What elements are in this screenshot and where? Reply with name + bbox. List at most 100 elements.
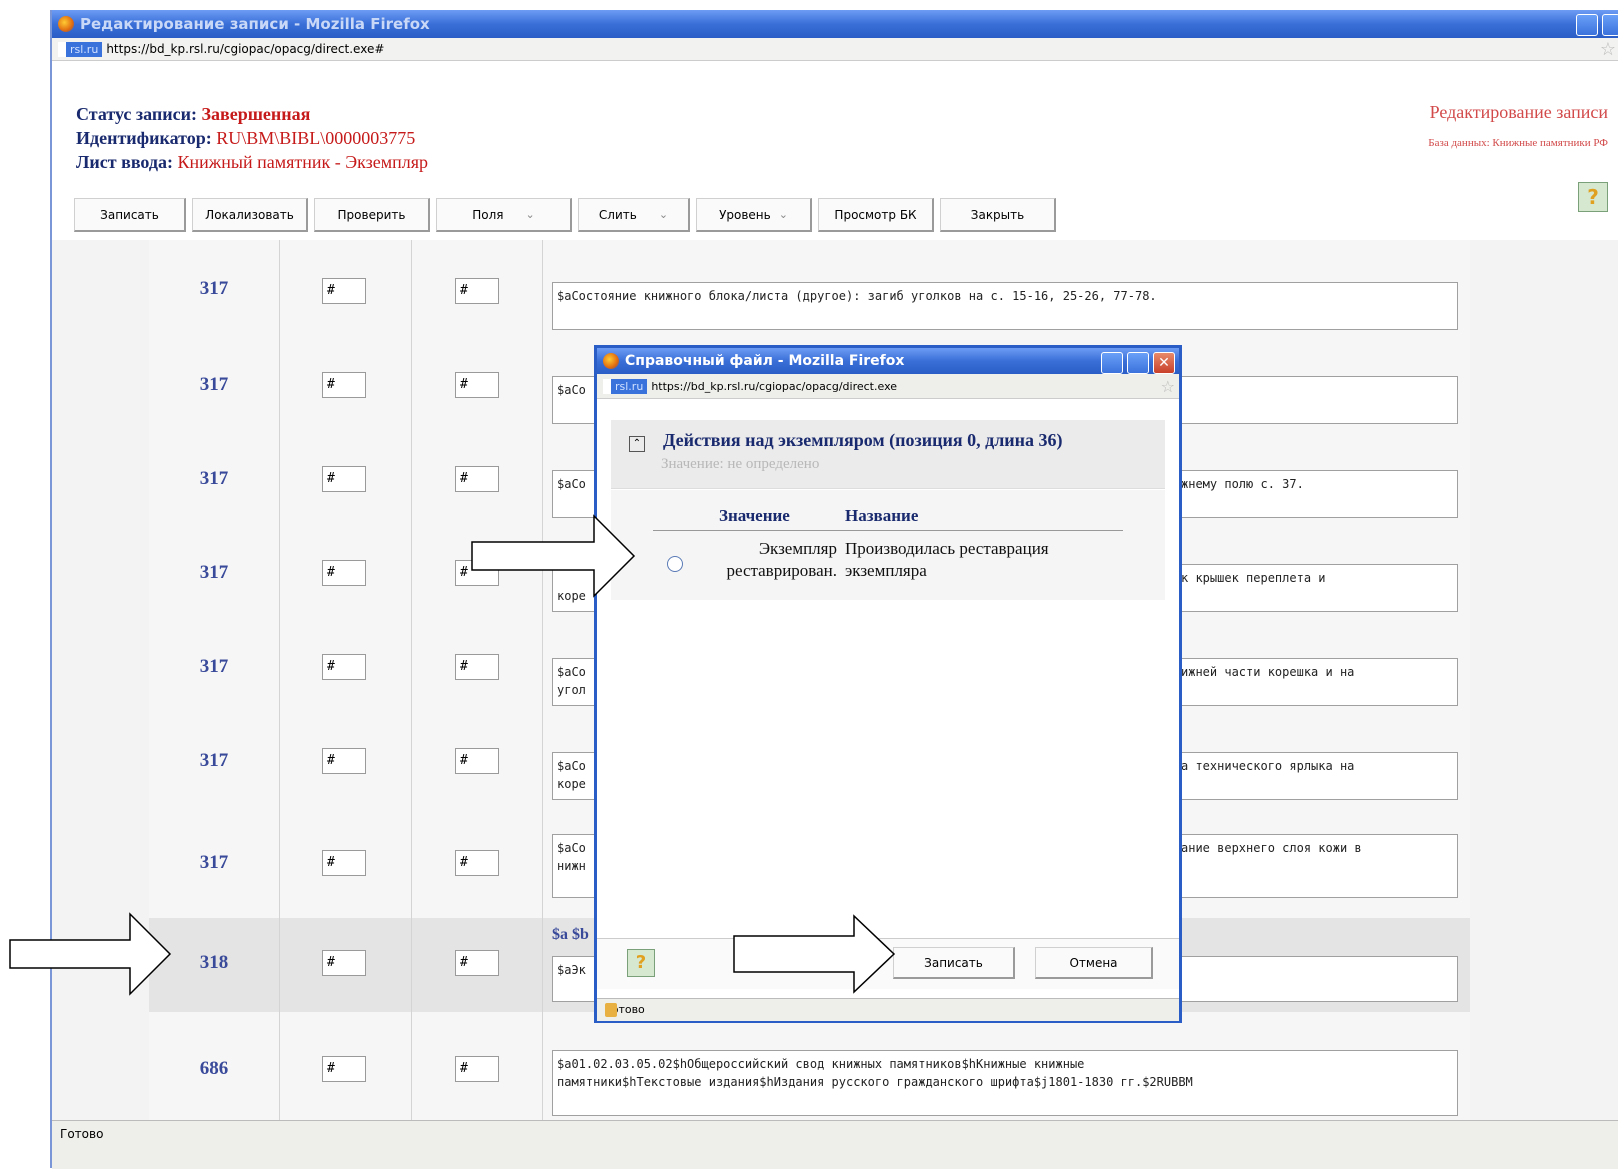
indicator-1-input[interactable]: # xyxy=(322,654,366,680)
column-header-name: Название xyxy=(845,506,919,525)
popup-save-button[interactable]: Записать xyxy=(893,947,1015,979)
indicator-2-input[interactable]: # xyxy=(455,748,499,774)
column-divider xyxy=(411,240,412,338)
main-titlebar: Редактирование записи - Mozilla Firefox xyxy=(52,10,1618,38)
popup-address-bar[interactable]: rsl.ru https://bd_kp.rsl.ru/cgiopac/opac… xyxy=(597,374,1179,399)
option-radio[interactable] xyxy=(667,556,683,572)
fields-dropdown[interactable]: Поля ⌄ xyxy=(436,198,572,232)
id-value: RU\BM\BIBL\0000003775 xyxy=(216,128,416,148)
record-info: Статус записи: Завершенная Идентификатор… xyxy=(76,102,428,174)
column-divider xyxy=(542,338,543,432)
lock-icon xyxy=(605,1003,617,1017)
sheet-value: Книжный памятник - Экземпляр xyxy=(177,152,429,172)
field-tag[interactable]: 317 xyxy=(149,374,279,396)
indicator-1-input[interactable]: # xyxy=(322,278,366,304)
popup-url[interactable]: https://bd_kp.rsl.ru/cgiopac/opacg/direc… xyxy=(651,380,897,393)
indicator-1-input[interactable]: # xyxy=(322,372,366,398)
bookmark-star-icon[interactable]: ☆ xyxy=(1161,377,1175,396)
popup-heading-block: ⌃ Действия над экземпляром (позиция 0, д… xyxy=(611,420,1165,489)
field-text-visible-end: к крышек переплета и xyxy=(1181,571,1326,585)
indicator-2-input[interactable]: # xyxy=(455,850,499,876)
values-table: Значение Название Экземпляр реставрирова… xyxy=(611,490,1165,600)
main-url[interactable]: https://bd_kp.rsl.ru/cgiopac/opacg/direc… xyxy=(106,42,384,56)
bookmark-star-icon[interactable]: ☆ xyxy=(1600,39,1616,60)
header-divider xyxy=(653,530,1123,531)
indicator-1-input[interactable]: # xyxy=(322,748,366,774)
indicator-2-input[interactable]: # xyxy=(455,278,499,304)
minimize-icon[interactable] xyxy=(1101,352,1123,374)
level-dropdown[interactable]: Уровень ⌄ xyxy=(696,198,812,232)
table-row: 686 # # $a01.02.03.05.02$hОбщероссийский… xyxy=(149,1012,1470,1120)
field-tag[interactable]: 686 xyxy=(149,1058,279,1080)
id-label: Идентификатор: xyxy=(76,128,212,148)
field-text-input[interactable]: $aСостояние книжного блока/листа (другое… xyxy=(552,282,1458,330)
save-button[interactable]: Записать xyxy=(74,198,186,232)
maximize-icon[interactable] xyxy=(1602,14,1618,36)
field-text-visible-end: жнему полю с. 37. xyxy=(1181,477,1304,491)
column-divider xyxy=(411,808,412,918)
main-window-title: Редактирование записи - Mozilla Firefox xyxy=(80,15,430,33)
column-divider xyxy=(542,620,543,714)
toolbar: Записать Локализовать Проверить Поля ⌄ Сл… xyxy=(74,198,1062,232)
field-tag[interactable]: 317 xyxy=(149,468,279,490)
option-name: Производилась реставрация экземпляра xyxy=(845,539,1049,580)
column-divider xyxy=(542,432,543,526)
indicator-2-input[interactable]: # xyxy=(455,466,499,492)
option-value: Экземпляр реставрирован. xyxy=(726,539,837,580)
indicator-1-input[interactable]: # xyxy=(322,950,366,976)
indicator-1-input[interactable]: # xyxy=(322,466,366,492)
popup-subheading: Значение: не определено xyxy=(661,456,820,472)
field-text-start: $aCo угол xyxy=(557,665,586,697)
site-identity-badge[interactable]: rsl.ru xyxy=(603,378,648,394)
help-icon[interactable]: ? xyxy=(1578,182,1608,212)
field-text-start: $aCo нижн xyxy=(557,841,586,873)
close-button[interactable]: Закрыть xyxy=(940,198,1056,232)
indicator-2-input[interactable]: # xyxy=(455,1056,499,1082)
status-label: Статус записи: xyxy=(76,104,197,124)
localize-button[interactable]: Локализовать xyxy=(192,198,308,232)
field-tag[interactable]: 317 xyxy=(149,656,279,678)
maximize-icon[interactable] xyxy=(1127,352,1149,374)
popup-cancel-button[interactable]: Отмена xyxy=(1035,947,1153,979)
field-text-input[interactable]: $a01.02.03.05.02$hОбщероссийский свод кн… xyxy=(552,1050,1458,1116)
field-tag[interactable]: 317 xyxy=(149,852,279,874)
preview-button[interactable]: Просмотр БК xyxy=(818,198,934,232)
field-text-start: $aCo коре xyxy=(557,759,586,791)
merge-dropdown[interactable]: Слить ⌄ xyxy=(578,198,690,232)
check-button[interactable]: Проверить xyxy=(314,198,430,232)
help-icon[interactable]: ? xyxy=(627,949,655,977)
chevron-down-icon: ⌄ xyxy=(658,208,669,221)
chevron-down-icon: ⌄ xyxy=(778,208,788,221)
column-divider xyxy=(411,714,412,808)
indicator-2-input[interactable]: # xyxy=(455,654,499,680)
column-divider xyxy=(279,1012,280,1120)
subfield-header: $a $b xyxy=(552,926,589,943)
fields-label: Поля xyxy=(472,207,504,222)
site-identity-badge[interactable]: rsl.ru xyxy=(58,41,103,57)
level-label: Уровень xyxy=(719,207,771,222)
firefox-icon xyxy=(58,16,74,32)
field-tag[interactable]: 317 xyxy=(149,278,279,300)
sheet-label: Лист ввода: xyxy=(76,152,174,172)
column-divider xyxy=(542,808,543,918)
indicator-1-input[interactable]: # xyxy=(322,560,366,586)
arrow-to-tag-318-icon xyxy=(9,912,172,996)
column-divider xyxy=(279,338,280,432)
main-address-bar[interactable]: rsl.ru https://bd_kp.rsl.ru/cgiopac/opac… xyxy=(52,38,1618,61)
field-tag[interactable]: 317 xyxy=(149,562,279,584)
page-heading-right: Редактирование записи База данных: Книжн… xyxy=(1428,102,1608,149)
up-icon[interactable]: ⌃ xyxy=(629,436,645,452)
field-text-start: $aCo xyxy=(557,477,586,491)
close-icon[interactable]: ✕ xyxy=(1153,352,1175,374)
minimize-icon[interactable] xyxy=(1576,14,1598,36)
indicator-1-input[interactable]: # xyxy=(322,1056,366,1082)
indicator-2-input[interactable]: # xyxy=(455,372,499,398)
arrow-to-save-icon xyxy=(733,914,896,994)
main-status-text: Готово xyxy=(60,1127,104,1141)
column-divider xyxy=(542,1012,543,1120)
indicator-2-input[interactable]: # xyxy=(455,950,499,976)
column-divider xyxy=(279,240,280,338)
indicator-1-input[interactable]: # xyxy=(322,850,366,876)
field-tag[interactable]: 317 xyxy=(149,750,279,772)
column-divider xyxy=(279,526,280,620)
